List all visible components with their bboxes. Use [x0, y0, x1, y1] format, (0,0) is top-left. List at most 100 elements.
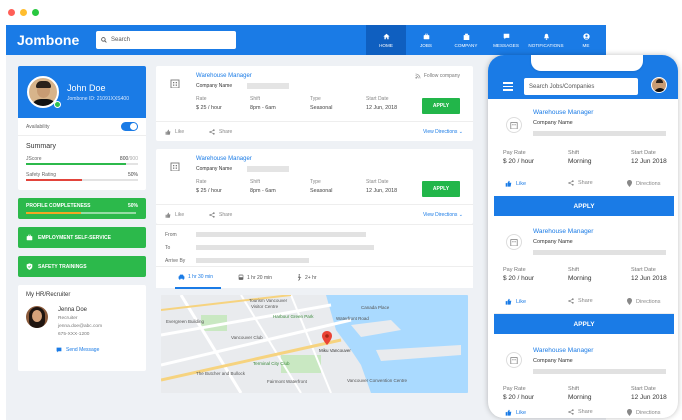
job-title[interactable]: Warehouse Manager: [533, 228, 593, 235]
job-card-footer: Like Share View Directions ⌄: [156, 204, 473, 224]
shift-label: Shift: [568, 150, 580, 156]
thumbs-up-icon: [505, 409, 512, 416]
home-icon: [382, 33, 390, 39]
mobile-apply-button[interactable]: APPLY: [494, 314, 674, 334]
job-title[interactable]: Warehouse Manager: [533, 109, 593, 116]
apply-button[interactable]: APPLY: [422, 98, 460, 114]
map-label: Fairmont Waterfront: [267, 379, 307, 384]
hamburger-menu-icon[interactable]: [503, 82, 513, 93]
nav-messages[interactable]: MESSAGES: [486, 25, 526, 55]
thumbs-up-icon: [505, 298, 512, 305]
jscore-value: 800: [119, 156, 129, 162]
pay-rate-value: $ 20 / hour: [503, 158, 535, 165]
mobile-apply-button[interactable]: APPLY: [494, 196, 674, 216]
mobile-avatar[interactable]: [651, 77, 667, 93]
pay-rate-value: $ 20 / hour: [503, 275, 535, 282]
company-name[interactable]: Company Name: [196, 166, 232, 172]
nav-company[interactable]: COMPANY: [446, 25, 486, 55]
share-button[interactable]: Share: [568, 298, 593, 304]
maximize-dot[interactable]: [32, 9, 39, 16]
to-field[interactable]: [196, 245, 374, 250]
shift-value: 8pm - 6am: [250, 105, 276, 111]
mobile-job-card: Warehouse Manager Company Name Pay Rate …: [494, 218, 674, 314]
map-view[interactable]: Tourism Vancouver Visitor Centre Harbour…: [161, 295, 468, 393]
briefcase-icon: [26, 234, 33, 241]
start-date-label: Start Date: [631, 386, 656, 392]
share-button[interactable]: Share: [209, 212, 232, 218]
view-directions-label: View Directions: [423, 129, 458, 135]
nav-notifications[interactable]: NOTIFICATIONS: [526, 25, 566, 55]
mode-car[interactable]: 1 hr 30 min: [178, 274, 213, 280]
rate-value: $ 25 / hour: [196, 105, 222, 111]
shift-value: Morning: [568, 158, 592, 165]
recruiter-name: Jenna Doe: [58, 307, 88, 313]
availability-row: Availability: [18, 118, 146, 136]
directions-button[interactable]: Directions: [627, 298, 660, 305]
company-name[interactable]: Company Name: [533, 239, 573, 245]
chevron-down-icon: ⌄: [458, 212, 463, 218]
close-dot[interactable]: [8, 9, 15, 16]
logo[interactable]: Jombone: [17, 32, 96, 48]
nav-jobs[interactable]: JOBS: [406, 25, 446, 55]
share-icon: [209, 212, 215, 218]
mode-bus[interactable]: 1 hr 20 min: [238, 274, 272, 281]
share-button[interactable]: Share: [568, 180, 593, 186]
recruiter-avatar[interactable]: [26, 306, 48, 328]
like-button[interactable]: Like: [505, 180, 526, 187]
job-title[interactable]: Warehouse Manager: [533, 347, 593, 354]
company-name[interactable]: Company Name: [533, 358, 573, 364]
like-button[interactable]: Like: [165, 212, 184, 218]
mode-walk[interactable]: 2+ hr: [296, 274, 317, 281]
arrive-by-field[interactable]: [196, 258, 309, 263]
share-button[interactable]: Share: [568, 409, 593, 415]
from-label: From: [165, 232, 177, 238]
follow-company-button[interactable]: Follow company: [415, 73, 460, 79]
share-label: Share: [578, 298, 593, 304]
recruiter-email[interactable]: jenna.doe@abc.com: [58, 323, 102, 331]
start-date-label: Start Date: [631, 150, 656, 156]
profile-completeness-box[interactable]: PROFILE COMPLETENESS 50%: [18, 198, 146, 219]
directions-label: Directions: [636, 298, 661, 305]
availability-toggle[interactable]: [121, 122, 138, 131]
recruiter-title: My HR/Recruiter: [26, 292, 71, 298]
job-card: Warehouse Manager Company Name Follow co…: [156, 66, 473, 141]
main-nav: HOME JOBS COMPANY MESSAGES NOTIFICATIONS: [366, 25, 606, 55]
to-label: To: [165, 245, 171, 251]
map-label: Harbour Green Park: [273, 314, 314, 319]
company-name[interactable]: Company Name: [196, 83, 232, 89]
nav-label: NOTIFICATIONS: [528, 42, 564, 48]
search-input[interactable]: Search: [96, 31, 236, 49]
building-icon: [463, 33, 469, 40]
share-button[interactable]: Share: [209, 129, 232, 135]
placeholder-bar: [533, 131, 666, 136]
directions-panel: From To Arrive By: [156, 224, 473, 266]
nav-label: JOBS: [420, 42, 432, 48]
start-date-value: 12 Jun, 2018: [366, 188, 398, 194]
like-button[interactable]: Like: [505, 409, 526, 416]
send-message-link[interactable]: Send Message: [56, 347, 138, 353]
recruiter-role: Recruiter: [58, 316, 78, 321]
company-name[interactable]: Company Name: [533, 120, 573, 126]
mobile-search-input[interactable]: Search Jobs/Companies: [524, 78, 638, 95]
map-label: Miku Vancouver: [319, 348, 351, 353]
job-title[interactable]: Warehouse Manager: [196, 73, 252, 79]
job-title[interactable]: Warehouse Manager: [196, 156, 252, 162]
share-label: Share: [578, 180, 593, 186]
directions-button[interactable]: Directions: [627, 180, 660, 187]
nav-home[interactable]: HOME: [366, 25, 406, 55]
view-directions-link[interactable]: View Directions ⌄: [423, 129, 463, 135]
availability-label: Availability: [26, 123, 50, 130]
employment-self-service-button[interactable]: EMPLOYMENT SELF-SERVICE: [18, 227, 146, 248]
like-button[interactable]: Like: [165, 129, 184, 135]
directions-button[interactable]: Directions: [627, 409, 660, 416]
safety-trainings-button[interactable]: SAFETY TRAININGS: [18, 256, 146, 277]
start-date-value: 12 Jun 2018: [631, 275, 667, 282]
minimize-dot[interactable]: [20, 9, 27, 16]
from-field[interactable]: [196, 232, 366, 237]
apply-button[interactable]: APPLY: [422, 181, 460, 197]
view-directions-link[interactable]: View Directions ⌄: [423, 212, 463, 218]
profile-completeness-label: PROFILE COMPLETENESS: [26, 203, 91, 209]
nav-me[interactable]: ME: [566, 25, 606, 55]
jscore-row: JScore 800/900: [18, 154, 146, 163]
like-button[interactable]: Like: [505, 298, 526, 305]
